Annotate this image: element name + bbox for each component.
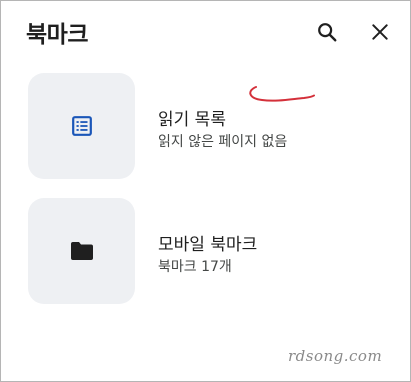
mobile-bookmarks-item[interactable]: 모바일 북마크 북마크 17개	[28, 198, 388, 306]
bookmarks-panel: 북마크 읽기 목록 읽지 않은 페이지 없음 모바일 북마크 북마크 17개 r…	[0, 0, 411, 382]
reading-list-icon	[71, 116, 92, 136]
reading-list-item[interactable]: 읽기 목록 읽지 않은 페이지 없음	[28, 73, 388, 181]
search-icon	[318, 23, 337, 42]
close-button[interactable]	[366, 18, 394, 46]
mobile-bookmarks-subtitle: 북마크 17개	[158, 259, 232, 275]
search-button[interactable]	[313, 18, 341, 46]
close-icon	[372, 24, 388, 40]
page-title: 북마크	[26, 22, 88, 48]
red-pen-annotation	[249, 86, 315, 102]
reading-list-subtitle: 읽지 않은 페이지 없음	[158, 134, 288, 150]
watermark-text: rdsong.com	[288, 347, 383, 365]
reading-list-title: 읽기 목록	[158, 110, 226, 130]
mobile-bookmarks-thumbnail	[28, 198, 135, 304]
reading-list-thumbnail	[28, 73, 135, 179]
folder-icon	[70, 242, 93, 260]
mobile-bookmarks-title: 모바일 북마크	[158, 235, 258, 255]
